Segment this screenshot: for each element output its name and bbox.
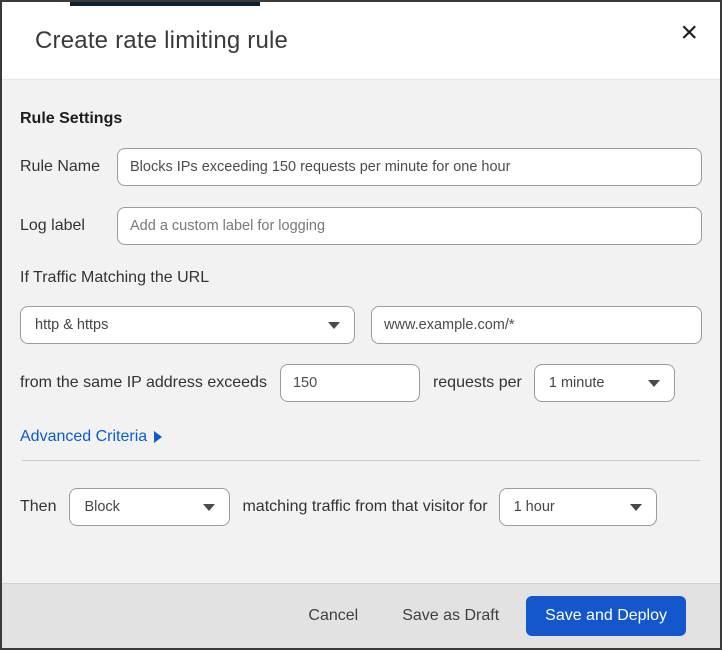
dialog-header: Create rate limiting rule × (2, 2, 720, 80)
url-input[interactable] (371, 306, 702, 344)
chevron-down-icon (203, 503, 216, 511)
create-rate-limiting-rule-dialog: Create rate limiting rule × Rule Setting… (0, 0, 722, 650)
log-label-input[interactable] (117, 207, 702, 245)
scheme-select[interactable]: http & https (20, 306, 355, 344)
action-row: Then Block matching traffic from that vi… (20, 488, 702, 526)
threshold-input[interactable] (279, 364, 420, 402)
rule-name-input[interactable] (117, 148, 702, 186)
scheme-select-value: http & https (35, 317, 109, 333)
close-icon[interactable]: × (674, 12, 704, 54)
traffic-match-intro: If Traffic Matching the URL (20, 269, 210, 286)
triangle-right-icon (154, 431, 163, 443)
action-select[interactable]: Block (69, 488, 231, 526)
duration-select[interactable]: 1 hour (498, 488, 657, 526)
dialog-footer: Cancel Save as Draft Save and Deploy (2, 583, 720, 648)
period-select[interactable]: 1 minute (533, 364, 675, 402)
chevron-down-icon (629, 503, 642, 511)
log-label-label: Log label (20, 217, 85, 234)
duration-text: matching traffic from that visitor for (242, 498, 488, 515)
top-accent-strip (70, 2, 260, 6)
cancel-button[interactable]: Cancel (298, 599, 368, 633)
requests-per-text: requests per (432, 374, 522, 391)
rule-name-row: Rule Name (20, 148, 702, 186)
advanced-criteria-label: Advanced Criteria (20, 428, 148, 445)
period-select-value: 1 minute (548, 375, 605, 391)
chevron-down-icon (647, 379, 660, 387)
url-match-row: http & https (20, 306, 702, 344)
exceeds-text: from the same IP address exceeds (20, 374, 267, 391)
action-select-value: Block (84, 499, 120, 515)
log-label-row: Log label (20, 207, 702, 245)
rule-settings-heading: Rule Settings (20, 110, 123, 127)
advanced-criteria-link[interactable]: Advanced Criteria (20, 428, 163, 446)
then-text: Then (20, 498, 57, 515)
threshold-row: from the same IP address exceeds request… (20, 364, 702, 402)
save-as-draft-button[interactable]: Save as Draft (392, 599, 509, 633)
duration-select-value: 1 hour (513, 499, 555, 515)
divider (22, 460, 700, 461)
dialog-body: Rule Settings Rule Name Log label If Tra… (2, 80, 720, 583)
save-and-deploy-button[interactable]: Save and Deploy (526, 596, 686, 636)
chevron-down-icon (328, 321, 340, 329)
rule-name-label: Rule Name (20, 158, 101, 175)
dialog-title: Create rate limiting rule (35, 26, 289, 54)
